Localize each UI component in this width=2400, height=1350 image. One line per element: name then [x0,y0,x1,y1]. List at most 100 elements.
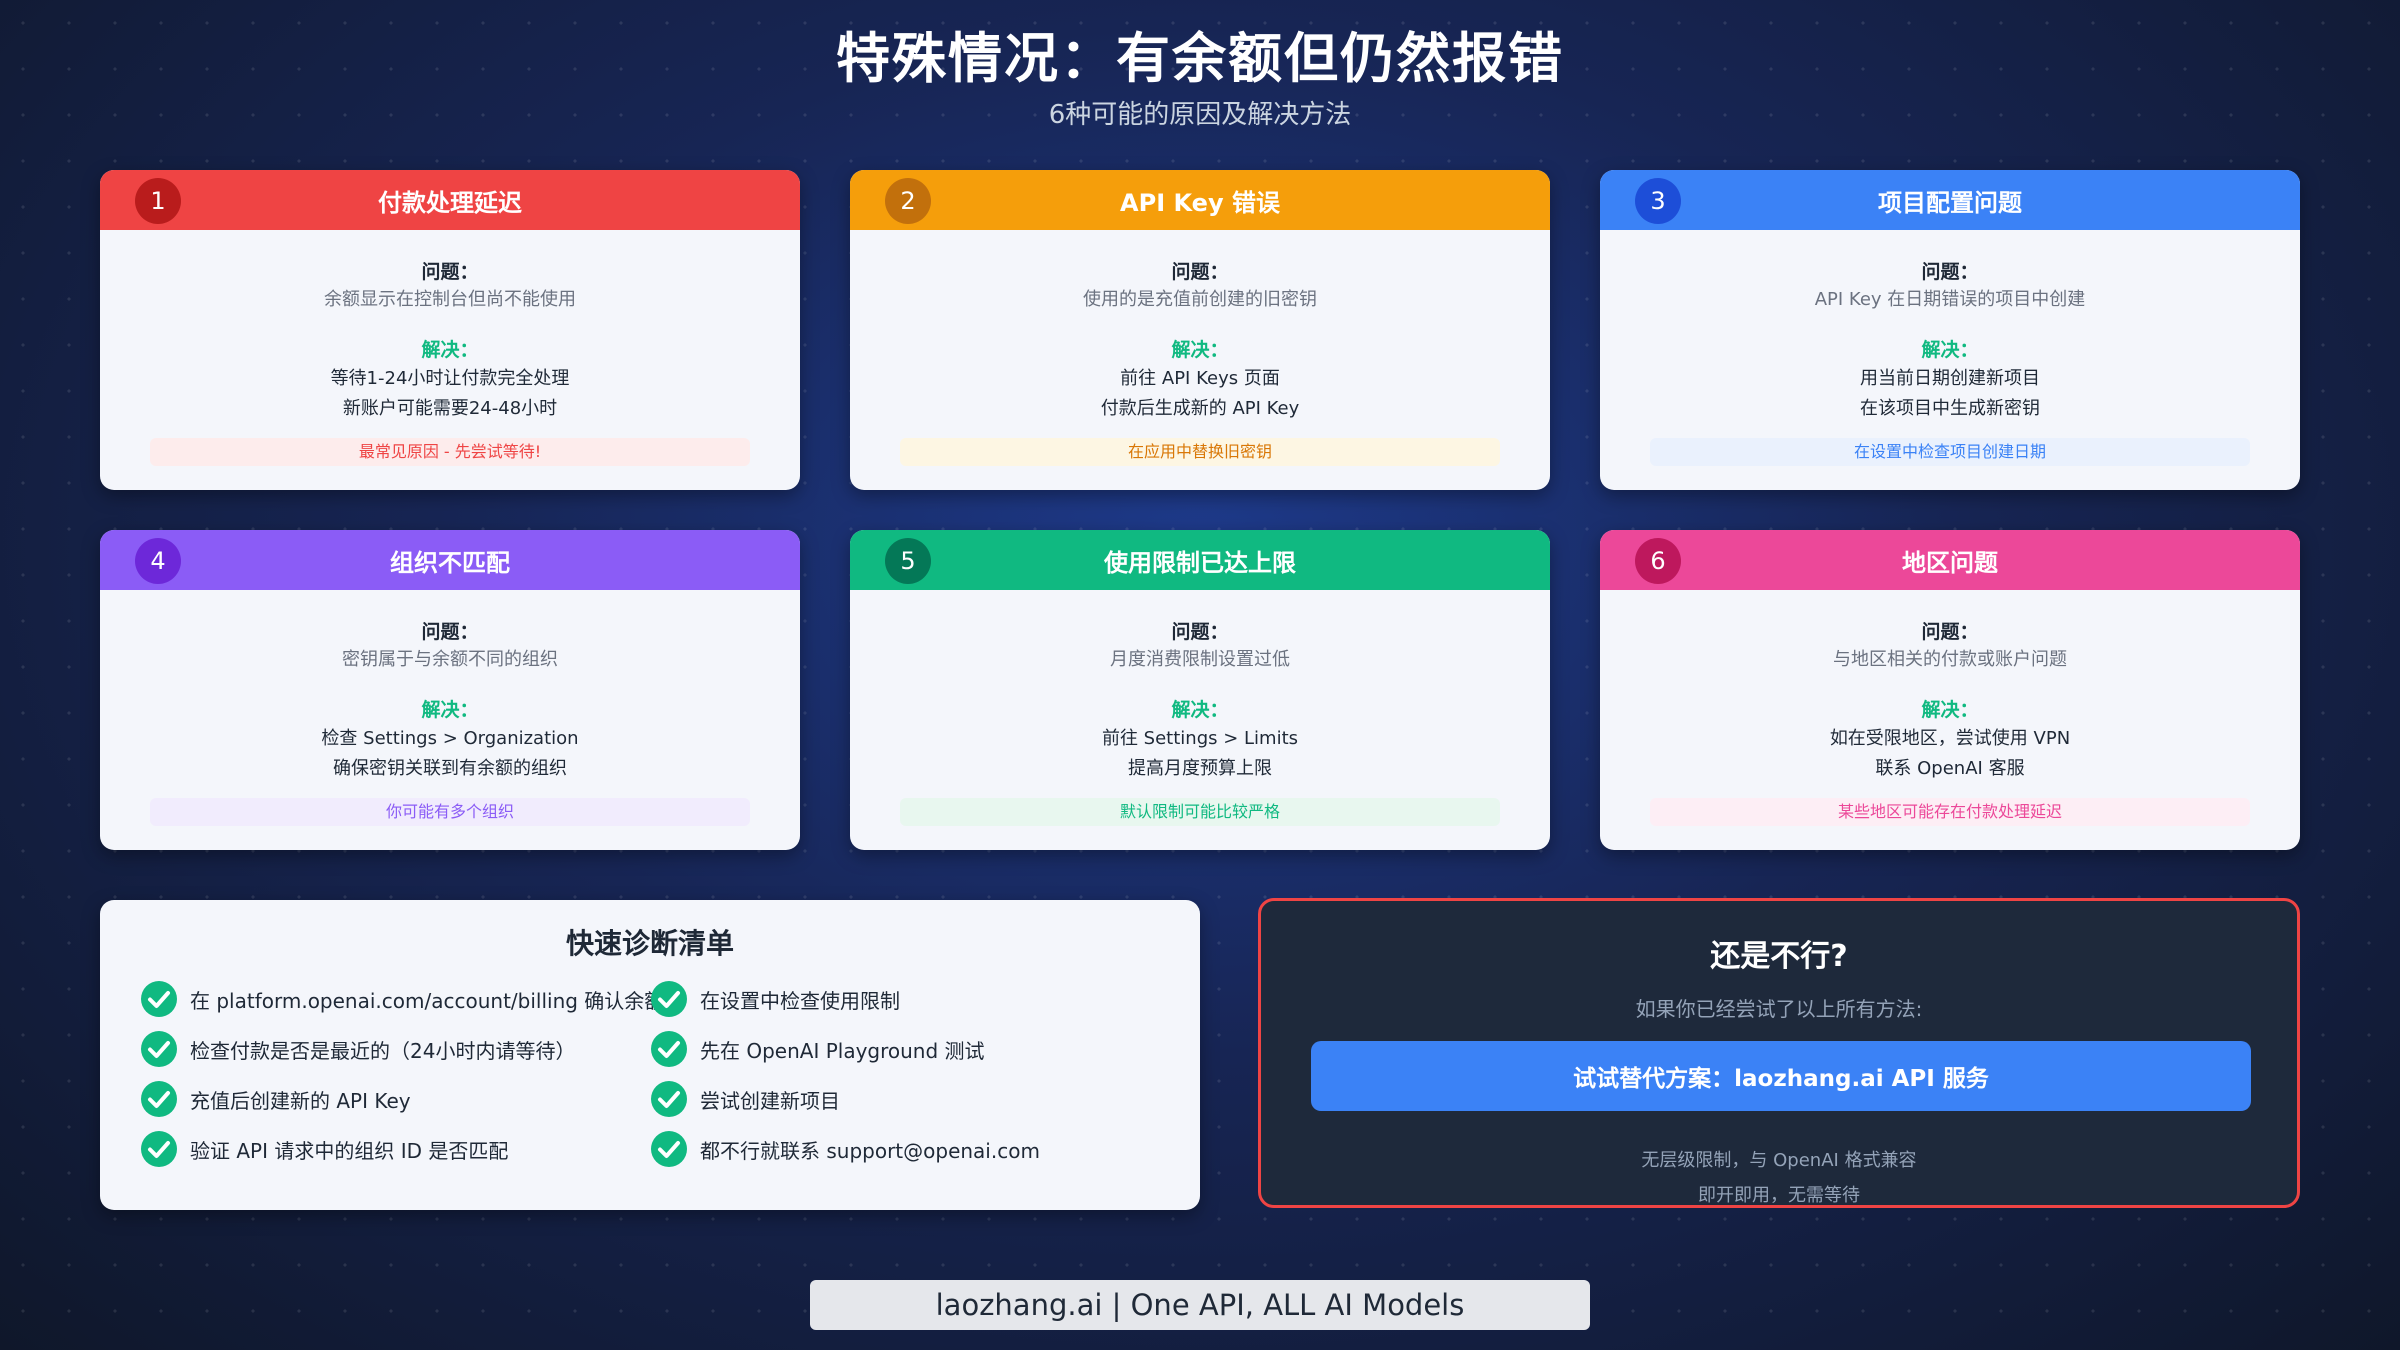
help-note: 即开即用，无需等待 [1698,1185,1860,1206]
card-header: 4 组织不匹配 [100,530,800,590]
problem-text: 密钥属于与余额不同的组织 [342,649,558,670]
cause-card: 3 项目配置问题问题： API Key 在日期错误的项目中创建 解决： 用当前日期创建新… [1600,170,2300,490]
cause-card: 1 付款处理延迟问题： 余额显示在控制台但尚不能使用 解决： 等待1-24小时让付款完全… [100,170,800,490]
checklist-title: 快速诊断清单 [565,927,734,960]
problem-label: 问题： [1921,621,1979,643]
cause-card: 2 API Key 错误问题： 使用的是充值前创建的旧密钥 解决： 前往 API Key… [850,170,1550,490]
checklist-item-text: 尝试创建新项目 [700,1088,840,1113]
card-tip: 默认限制可能比较严格 [900,798,1500,826]
problem-text: 使用的是充值前创建的旧密钥 [1083,289,1317,310]
card-header: 3 项目配置问题 [1600,170,2300,230]
page-title: 特殊情况：有余额但仍然报错 [836,27,1564,90]
quick-checklist: 快速诊断清单 在 platform.openai.com/account/bil… [100,900,1200,1210]
solution-label: 解决： [1171,339,1229,361]
footer-brand: laozhang.ai | One API, ALL AI Models [810,1280,1590,1330]
card-title: 使用限制已达上限 [1104,548,1296,577]
check-circle-icon [141,1081,177,1117]
card-title: 组织不匹配 [390,548,510,577]
solution-step: 如在受限地区，尝试使用 VPN [1829,728,2071,749]
solution-step: 联系 OpenAI 客服 [1875,758,2025,779]
solution-label: 解决： [1921,339,1979,361]
check-circle-icon [651,981,687,1017]
problem-text: API Key 在日期错误的项目中创建 [1814,289,2086,310]
solution-label: 解决： [421,339,479,361]
card-body: 问题： 月度消费限制设置过低 解决： 前往 Settings > Limits 提高月度… [850,590,1550,826]
solution-step: 新账户可能需要24-48小时 [342,398,558,419]
checklist-item-text: 在 platform.openai.com/account/billing 确认… [190,988,665,1013]
solution-step: 提高月度预算上限 [1128,758,1272,779]
solution-label: 解决： [421,699,479,721]
card-number-badge: 2 [885,178,931,224]
checklist-item: 验证 API 请求中的组织 ID 是否匹配 [140,1130,508,1168]
help-panel: 还是不行? 如果你已经尝试了以上所有方法: 试试替代方案：laozhang.ai… [1258,898,2300,1208]
problem-label: 问题： [1171,621,1229,643]
card-number-badge: 5 [885,538,931,584]
checklist-item-text: 检查付款是否是最近的（24小时内请等待） [190,1038,576,1063]
card-number-badge: 3 [1635,178,1681,224]
card-tip: 在设置中检查项目创建日期 [1650,438,2250,466]
check-circle-icon [651,1031,687,1067]
card-header: 5 使用限制已达上限 [850,530,1550,590]
card-title: 项目配置问题 [1878,188,2022,217]
alternative-service-button[interactable]: 试试替代方案：laozhang.ai API 服务 [1311,1041,2251,1111]
checklist-item: 都不行就联系 support@openai.com [650,1130,1040,1168]
card-tip: 某些地区可能存在付款处理延迟 [1650,798,2250,826]
check-circle-icon [141,1131,177,1167]
card-title: API Key 错误 [1120,188,1280,217]
problem-text: 余额显示在控制台但尚不能使用 [324,289,576,310]
problem-label: 问题： [421,621,479,643]
checklist-item: 在设置中检查使用限制 [650,980,900,1018]
card-header: 6 地区问题 [1600,530,2300,590]
problem-text: 与地区相关的付款或账户问题 [1833,649,2067,670]
solution-step: 前往 Settings > Limits [1101,728,1299,749]
problem-label: 问题： [1171,261,1229,283]
card-body: 问题： 密钥属于与余额不同的组织 解决： 检查 Settings > Organiza… [100,590,800,826]
solution-step: 前往 API Keys 页面 [1120,368,1280,389]
solution-step: 检查 Settings > Organization [321,728,579,749]
checklist-item-text: 充值后创建新的 API Key [190,1088,411,1113]
card-tip: 最常见原因 - 先尝试等待! [150,438,750,466]
page-subtitle: 6种可能的原因及解决方法 [1048,100,1352,130]
checklist-item: 检查付款是否是最近的（24小时内请等待） [140,1030,575,1068]
card-body: 问题： 使用的是充值前创建的旧密钥 解决： 前往 API Keys 页面 付款后生成新的… [850,230,1550,466]
solution-step: 等待1-24小时让付款完全处理 [330,368,570,389]
card-title: 地区问题 [1902,548,1998,577]
problem-label: 问题： [421,261,479,283]
card-header: 2 API Key 错误 [850,170,1550,230]
solution-step: 付款后生成新的 API Key [1100,398,1300,419]
card-body: 问题： 余额显示在控制台但尚不能使用 解决： 等待1-24小时让付款完全处理 新账户可能… [100,230,800,466]
checklist-item: 充值后创建新的 API Key [140,1080,411,1118]
card-number-badge: 1 [135,178,181,224]
checklist-item-text: 先在 OpenAI Playground 测试 [700,1038,985,1063]
checklist-item: 先在 OpenAI Playground 测试 [650,1030,985,1068]
help-subtitle: 如果你已经尝试了以上所有方法: [1635,997,1923,1021]
cause-card: 6 地区问题问题： 与地区相关的付款或账户问题 解决： 如在受限地区，尝试使用 VPN 联… [1600,530,2300,850]
check-circle-icon [651,1081,687,1117]
card-tip: 你可能有多个组织 [150,798,750,826]
checklist-item: 在 platform.openai.com/account/billing 确认… [140,980,664,1018]
card-body: 问题： API Key 在日期错误的项目中创建 解决： 用当前日期创建新项目 在该项目中… [1600,230,2300,466]
card-body: 问题： 与地区相关的付款或账户问题 解决： 如在受限地区，尝试使用 VPN 联系 Ope… [1600,590,2300,826]
checklist-item: 尝试创建新项目 [650,1080,840,1118]
card-tip: 在应用中替换旧密钥 [900,438,1500,466]
solution-step: 在该项目中生成新密钥 [1860,398,2040,419]
problem-label: 问题： [1921,261,1979,283]
solution-step: 确保密钥关联到有余额的组织 [333,758,567,779]
help-title: 还是不行? [1710,939,1848,974]
solution-label: 解决： [1921,699,1979,721]
help-note: 无层级限制，与 OpenAI 格式兼容 [1641,1150,1917,1171]
card-header: 1 付款处理延迟 [100,170,800,230]
check-circle-icon [141,981,177,1017]
card-number-badge: 6 [1635,538,1681,584]
checklist-item-text: 验证 API 请求中的组织 ID 是否匹配 [190,1138,509,1163]
card-number-badge: 4 [135,538,181,584]
cause-card: 5 使用限制已达上限 问题： 月度消费限制设置过低 解决： 前往 Settings > L… [850,530,1550,850]
checklist-item-text: 在设置中检查使用限制 [700,988,900,1013]
problem-text: 月度消费限制设置过低 [1110,649,1290,670]
check-circle-icon [141,1031,177,1067]
solution-step: 用当前日期创建新项目 [1860,368,2040,389]
checklist-item-text: 都不行就联系 support@openai.com [700,1138,1040,1163]
check-circle-icon [651,1131,687,1167]
cause-card: 4 组织不匹配问题： 密钥属于与余额不同的组织 解决： 检查 Settings > Or… [100,530,800,850]
card-title: 付款处理延迟 [378,188,522,217]
